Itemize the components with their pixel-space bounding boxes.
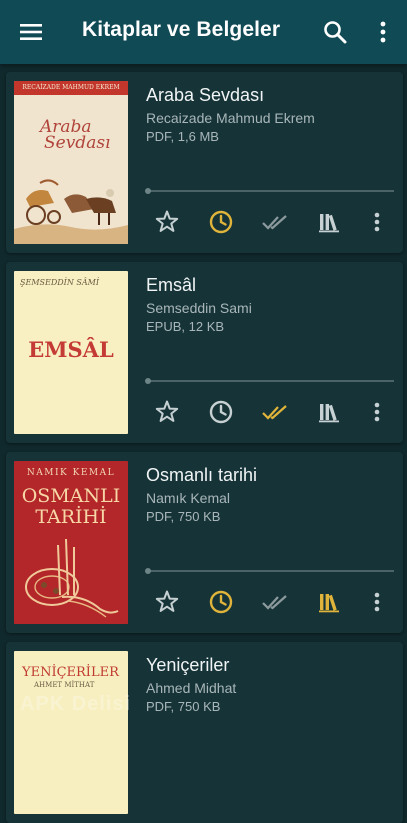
library-shelf-icon[interactable] [315, 398, 343, 426]
book-card-yeniceriler[interactable]: YENİÇERİLER AHMET MİTHAT Yeniçeriler Ahm… [6, 642, 403, 823]
cover-author: NAMIK KEMAL [26, 468, 116, 478]
book-title[interactable]: Araba Sevdası [146, 85, 264, 106]
book-options-icon[interactable] [363, 208, 391, 236]
more-vert-icon[interactable] [370, 19, 396, 45]
history-clock-icon[interactable] [207, 588, 235, 616]
book-author: Semseddin Sami [146, 300, 252, 316]
reading-progress-bar [145, 378, 394, 384]
mark-read-check-icon[interactable] [261, 398, 289, 426]
tugra-seal-illustration [14, 525, 128, 624]
mark-read-check-icon[interactable] [261, 208, 289, 236]
book-author: Namık Kemal [146, 490, 231, 506]
book-options-icon[interactable] [363, 398, 391, 426]
cover-title-line1: OSMANLI [21, 485, 121, 507]
watermark-text: APK Delisi [20, 693, 132, 715]
book-file-info: PDF, 1,6 MB [146, 129, 219, 144]
favorite-star-icon[interactable] [153, 588, 181, 616]
hamburger-menu-icon[interactable] [18, 19, 44, 45]
reading-progress-bar [145, 568, 394, 574]
library-shelf-icon[interactable] [315, 588, 343, 616]
cover-author: RECAİZADE MAHMUD EKREM [22, 84, 120, 91]
mark-read-check-icon[interactable] [261, 588, 289, 616]
book-cover[interactable]: RECAİZADE MAHMUD EKREM Araba Sevdası [14, 81, 128, 244]
library-shelf-icon[interactable] [315, 208, 343, 236]
cover-title: YENİÇERİLER [22, 665, 119, 680]
book-file-info: EPUB, 12 KB [146, 319, 225, 334]
search-icon[interactable] [321, 18, 349, 46]
book-author: Ahmed Midhat [146, 680, 237, 696]
page-title: Kitaplar ve Belgeler [82, 18, 281, 41]
progress-knob [145, 568, 151, 574]
book-author: Recaizade Mahmud Ekrem [146, 110, 315, 126]
book-file-info: PDF, 750 KB [146, 509, 221, 524]
book-card-araba-sevdasi[interactable]: RECAİZADE MAHMUD EKREM Araba Sevdası Ara… [6, 72, 403, 253]
cover-author: ŞEMSEDDİN SÂMİ [20, 278, 99, 287]
book-cover[interactable]: NAMIK KEMAL OSMANLI TARİHİ [14, 461, 128, 624]
book-options-icon[interactable] [363, 588, 391, 616]
app-bar: Kitaplar ve Belgeler [0, 0, 407, 64]
book-card-emsal[interactable]: ŞEMSEDDİN SÂMİ EMSÂL Emsâl Semseddin Sam… [6, 262, 403, 443]
history-clock-icon[interactable] [207, 208, 235, 236]
carriage-illustration [14, 169, 128, 244]
book-cover[interactable]: YENİÇERİLER AHMET MİTHAT [14, 651, 128, 814]
book-cover[interactable]: ŞEMSEDDİN SÂMİ EMSÂL [14, 271, 128, 434]
cover-author: AHMET MİTHAT [34, 681, 95, 689]
cover-title-line2: Sevdası [44, 133, 111, 153]
favorite-star-icon[interactable] [153, 398, 181, 426]
favorite-star-icon[interactable] [153, 208, 181, 236]
book-file-info: PDF, 750 KB [146, 699, 221, 714]
book-title[interactable]: Osmanlı tarihi [146, 465, 257, 486]
cover-title: EMSÂL [28, 337, 114, 362]
progress-knob [145, 378, 151, 384]
progress-knob [145, 188, 151, 194]
book-title[interactable]: Emsâl [146, 275, 196, 296]
book-card-osmanli-tarihi[interactable]: NAMIK KEMAL OSMANLI TARİHİ Osmanlı tarih… [6, 452, 403, 633]
reading-progress-bar [145, 188, 394, 194]
history-clock-icon[interactable] [207, 398, 235, 426]
book-title[interactable]: Yeniçeriler [146, 655, 229, 676]
